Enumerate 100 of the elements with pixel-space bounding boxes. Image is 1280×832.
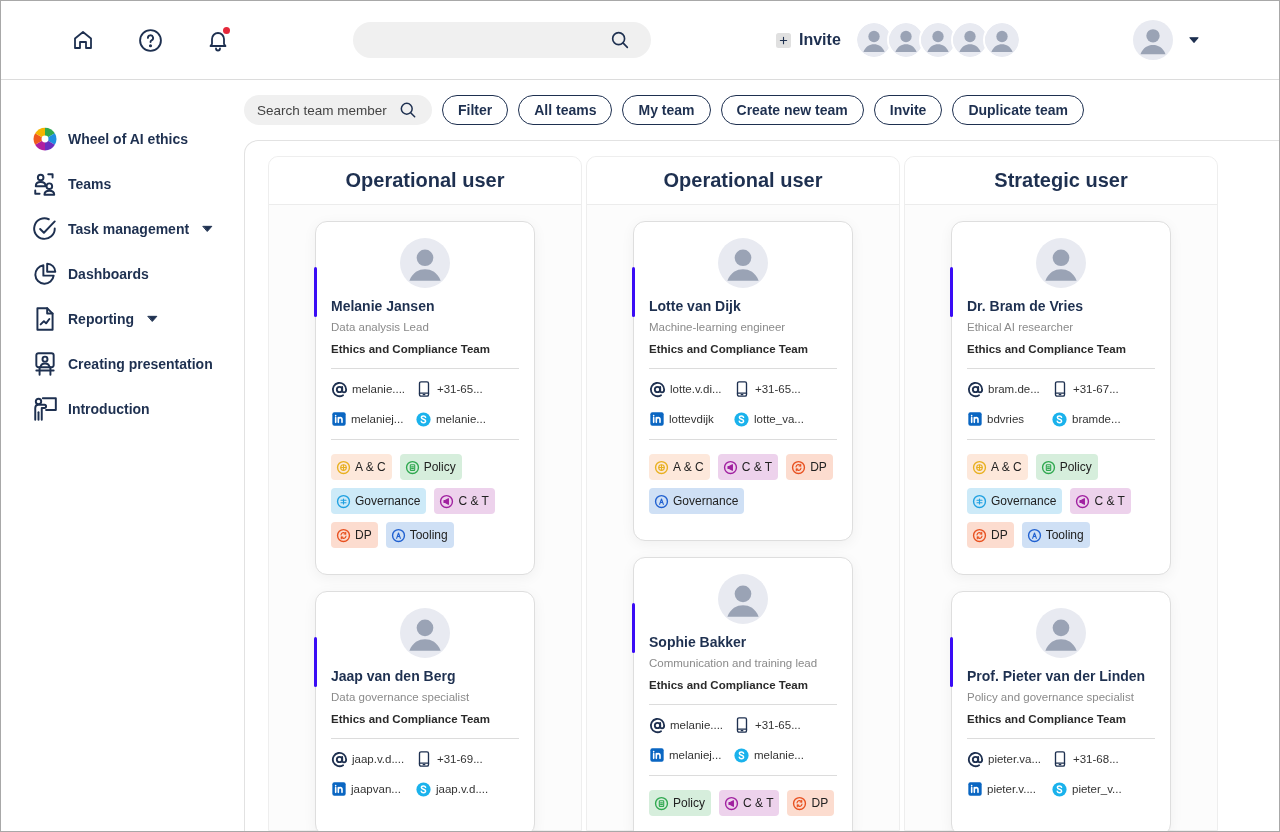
skype-text: melanie... <box>436 412 486 427</box>
category-icon <box>1026 527 1042 543</box>
sidebar-item[interactable]: Task management <box>1 206 244 251</box>
linkedin-text: bdvries <box>987 412 1025 427</box>
category-icon <box>439 493 455 509</box>
plus-icon <box>776 32 791 48</box>
category-tag: Policy <box>399 454 462 480</box>
phone-text: +31-65... <box>755 382 801 397</box>
category-icon <box>336 493 351 509</box>
member-role: Policy and governance specialist <box>967 690 1135 705</box>
category-icon <box>791 459 807 475</box>
category-tag: A & C <box>649 454 710 480</box>
category-tag: DP <box>786 454 833 480</box>
linkedin-text: melaniej... <box>669 748 722 763</box>
category-icon <box>336 527 351 543</box>
home-icon[interactable] <box>71 28 95 52</box>
sidebar-item[interactable]: Wheel of AI ethics <box>1 116 244 161</box>
accent-bar <box>314 267 317 317</box>
category-tag: Governance <box>331 488 427 514</box>
team-name: Ethics and Compliance Team <box>649 678 809 693</box>
member-role: Ethical AI researcher <box>967 320 1075 335</box>
skype-icon <box>415 780 432 798</box>
accent-bar <box>314 637 317 687</box>
phone-text: +31-68... <box>1073 752 1119 767</box>
email-text: jaap.v.d.... <box>352 752 405 767</box>
team-name: Ethics and Compliance Team <box>967 712 1127 727</box>
member-avatar <box>718 238 768 288</box>
sidebar-item[interactable]: Teams <box>1 161 244 206</box>
help-icon[interactable] <box>138 27 163 53</box>
toolbar-button[interactable]: Invite <box>873 95 943 125</box>
member-avatar <box>718 574 768 624</box>
category-tag: DP <box>967 522 1014 548</box>
linkedin-icon <box>331 411 347 427</box>
skype-icon <box>733 746 750 764</box>
category-icon <box>972 493 987 509</box>
skype-text: bramde... <box>1072 412 1121 427</box>
skype-text: jaap.v.d.... <box>436 782 489 797</box>
member-name: Jaap van den Berg <box>331 667 457 686</box>
teams-icon <box>32 170 58 197</box>
accent-bar <box>632 603 635 653</box>
search-icon <box>609 29 631 51</box>
category-icon <box>390 527 406 543</box>
linkedin-icon <box>331 781 347 797</box>
skype-icon <box>415 410 432 428</box>
category-icon <box>1075 493 1091 509</box>
linkedin-text: pieter.v.... <box>987 782 1036 797</box>
team-name: Ethics and Compliance Team <box>331 712 491 727</box>
at-sign-icon <box>331 380 348 398</box>
search-field[interactable] <box>353 22 651 58</box>
category-icon <box>972 459 987 475</box>
accent-bar <box>950 267 953 317</box>
skype-text: melanie... <box>754 748 804 763</box>
sidebar-item[interactable]: Introduction <box>1 386 244 431</box>
member-name: Lotte van Dijk <box>649 297 742 316</box>
toolbar-button[interactable]: Create new team <box>720 95 864 125</box>
member-avatar <box>1036 238 1086 288</box>
search-field[interactable]: Search team member <box>244 95 432 125</box>
member-avatar <box>1036 608 1086 658</box>
member-avatar <box>400 608 450 658</box>
sidebar-item[interactable]: Dashboards <box>1 251 244 296</box>
category-icon <box>654 493 669 509</box>
toolbar-button[interactable]: Filter <box>442 95 509 125</box>
toolbar-button[interactable]: My team <box>622 95 711 125</box>
category-tag: Governance <box>649 488 745 514</box>
member-name: Melanie Jansen <box>331 297 436 316</box>
email-text: melanie.... <box>352 382 406 397</box>
category-icon <box>654 459 669 475</box>
category-tag: A & C <box>967 454 1028 480</box>
search-icon <box>398 100 418 120</box>
presenter-icon <box>32 350 58 377</box>
linkedin-icon <box>967 781 983 797</box>
linkedin-icon <box>649 411 665 427</box>
email-text: lotte.v.di... <box>670 382 722 397</box>
at-sign-icon <box>649 716 666 734</box>
team-name: Ethics and Compliance Team <box>967 342 1127 357</box>
member-role: Data governance specialist <box>331 690 471 705</box>
member-avatar <box>982 21 1021 59</box>
member-name: Sophie Bakker <box>649 633 748 652</box>
member-role: Communication and training lead <box>649 656 819 671</box>
invite-button[interactable]: Invite <box>776 31 841 49</box>
category-tag: C & T <box>717 454 779 480</box>
category-icon <box>724 795 739 811</box>
category-icon <box>654 795 669 811</box>
toolbar-button[interactable]: All teams <box>518 95 613 125</box>
linkedin-text: melaniej... <box>351 412 404 427</box>
toolbar-button[interactable]: Duplicate team <box>952 95 1084 125</box>
category-tag: Policy <box>1035 454 1098 480</box>
column-title: Strategic user <box>994 169 1128 192</box>
accent-bar <box>632 267 635 317</box>
at-sign-icon <box>967 380 984 398</box>
sidebar-item[interactable]: Creating presentation <box>1 341 244 386</box>
member-role: Data analysis Lead <box>331 320 430 335</box>
team-name: Ethics and Compliance Team <box>331 342 491 357</box>
member-role: Machine-learning engineer <box>649 320 787 335</box>
color-wheel-icon <box>32 125 58 152</box>
sidebar-item[interactable]: Reporting <box>1 296 244 341</box>
category-tag: C & T <box>719 790 780 816</box>
category-icon <box>1040 459 1056 475</box>
phone-text: +31-65... <box>437 382 483 397</box>
skype-icon <box>1051 410 1068 428</box>
